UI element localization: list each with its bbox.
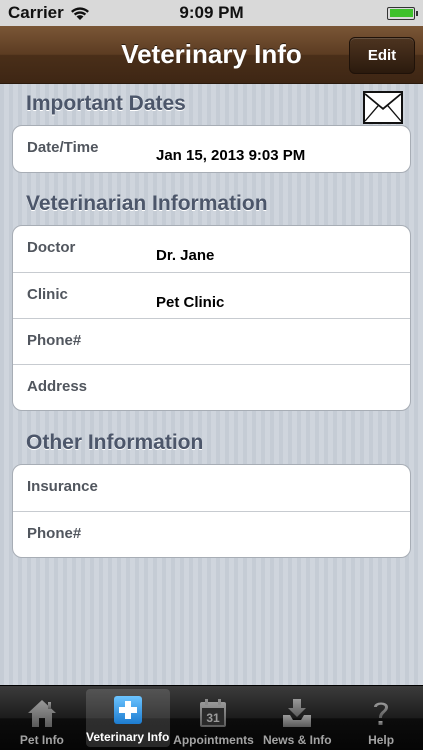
status-bar: Carrier 9:09 PM (0, 0, 423, 26)
row-phone[interactable]: Phone# (13, 318, 410, 364)
tab-veterinary-info[interactable]: Veterinary Info (85, 689, 170, 747)
tab-label: News & Info (262, 733, 332, 747)
row-value: Jan 15, 2013 9:03 PM (156, 147, 306, 164)
tab-label: Pet Info (19, 733, 64, 747)
row-value: Dr. Jane (156, 247, 215, 264)
section-header-veterinarian: Veterinarian Information (26, 192, 268, 215)
tab-label: Veterinary Info (86, 730, 170, 744)
row-label: Phone# (27, 525, 82, 542)
battery-icon (387, 6, 418, 20)
tab-appointments[interactable]: 31 Appointments (172, 686, 256, 750)
row-insurance[interactable]: Insurance (13, 465, 410, 511)
carrier-label: Carrier (8, 3, 64, 22)
row-other-phone[interactable]: Phone# (13, 511, 410, 557)
section-header-other: Other Information (26, 431, 204, 454)
mail-icon[interactable] (363, 91, 403, 124)
row-clinic[interactable]: Clinic Pet Clinic (13, 272, 410, 318)
tab-bar: Pet Info Veterinary Info 31 Appointments… (0, 685, 423, 750)
tab-pet-info[interactable]: Pet Info (0, 686, 84, 750)
question-mark-icon (374, 702, 389, 725)
row-label: Date/Time (27, 139, 99, 156)
tab-help[interactable]: Help (339, 686, 423, 750)
wifi-icon (70, 6, 89, 20)
medical-cross-icon (113, 696, 142, 724)
important-dates-group: Date/Time Jan 15, 2013 9:03 PM (12, 125, 411, 173)
row-label: Doctor (27, 239, 76, 256)
row-address[interactable]: Address (13, 364, 410, 410)
row-doctor[interactable]: Doctor Dr. Jane (13, 226, 410, 272)
row-label: Clinic (27, 286, 68, 303)
calendar-day: 31 (207, 711, 221, 725)
row-value: Pet Clinic (156, 294, 225, 311)
veterinarian-group: Doctor Dr. Jane Clinic Pet Clinic Phone#… (12, 225, 411, 411)
calendar-icon: 31 (200, 699, 227, 727)
edit-button[interactable]: Edit (349, 37, 415, 74)
navigation-bar: Veterinary Info Edit (0, 26, 423, 84)
row-date-time[interactable]: Date/Time Jan 15, 2013 9:03 PM (13, 126, 410, 172)
inbox-download-icon (283, 699, 312, 727)
section-header-important-dates: Important Dates (26, 92, 186, 115)
tab-news-info[interactable]: News & Info (255, 686, 339, 750)
tab-label: Help (368, 733, 395, 747)
row-label: Phone# (27, 332, 82, 349)
row-label: Insurance (27, 478, 98, 495)
row-label: Address (27, 378, 88, 395)
house-icon (27, 700, 56, 727)
tab-label: Appointments (173, 733, 254, 747)
other-info-group: Insurance Phone# (12, 464, 411, 558)
